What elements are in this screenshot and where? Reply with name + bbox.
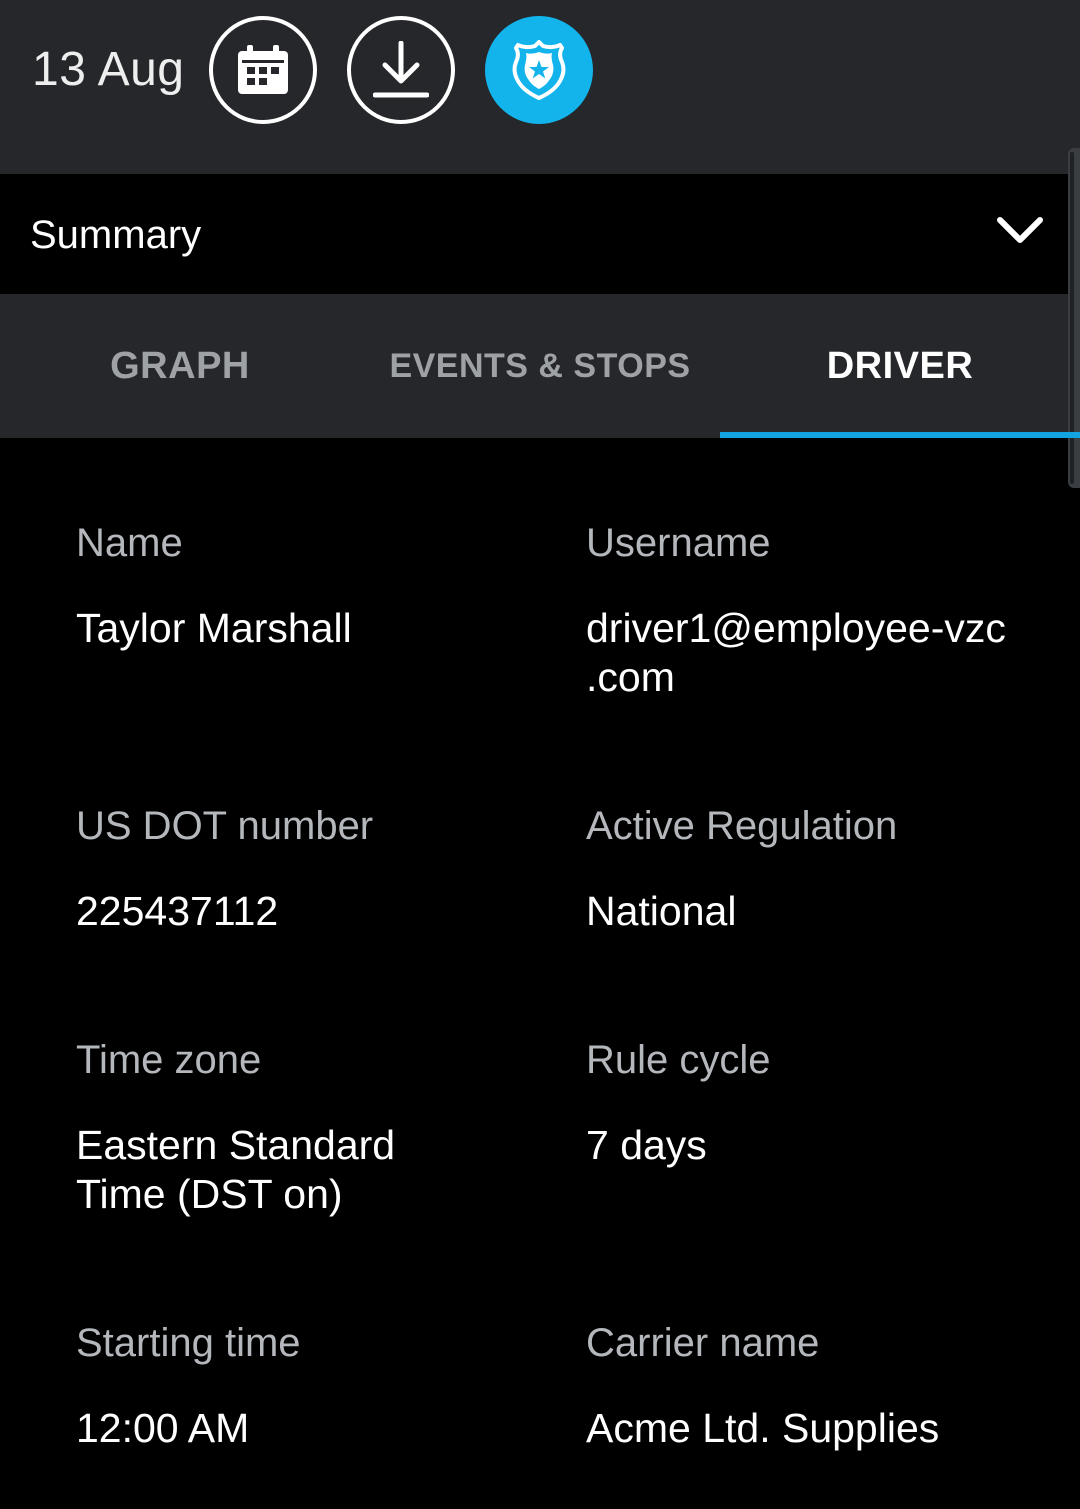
tab-driver[interactable]: DRIVER [720,294,1080,438]
calendar-icon [238,45,288,94]
summary-label: Summary [30,213,202,257]
field-starting-time: Starting time 12:00 AM [76,1318,506,1453]
chevron-down-icon [997,217,1043,243]
field-label: US DOT number [76,804,374,848]
field-username: Username driver1@employee-vzc .com [586,518,1046,702]
field-value: National [586,888,737,934]
top-toolbar: 13 Aug [0,0,1080,174]
field-label: Username [586,521,771,565]
tab-graph[interactable]: GRAPH [0,294,360,438]
field-value: driver1@employee-vzc .com [586,605,1006,700]
field-name: Name Taylor Marshall [76,518,506,653]
field-label: Starting time [76,1321,301,1365]
selected-tab-indicator [720,432,1080,438]
field-time-zone: Time zone Eastern Standard Time (DST on) [76,1035,506,1219]
driver-details-screen: 13 Aug Summary GRAPH EVENTS & STOPS DRIV… [0,0,1080,1509]
summary-dropdown[interactable]: Summary [0,174,1068,294]
field-label: Name [76,521,183,565]
field-value: Taylor Marshall [76,605,352,651]
field-value: 7 days [586,1122,707,1168]
field-rule-cycle: Rule cycle 7 days [586,1035,1046,1170]
date-label: 13 Aug [32,43,185,96]
download-button[interactable] [347,16,455,124]
download-icon [373,41,429,98]
field-active-regulation: Active Regulation National [586,801,1046,936]
tab-events-stops[interactable]: EVENTS & STOPS [360,294,720,438]
field-label: Time zone [76,1038,262,1082]
field-value: Eastern Standard Time (DST on) [76,1122,396,1217]
field-label: Rule cycle [586,1038,771,1082]
field-value: Acme Ltd. Supplies [586,1405,940,1451]
shield-badge-icon [512,40,566,100]
field-label: Carrier name [586,1321,820,1365]
field-label: Active Regulation [586,804,898,848]
field-carrier-name: Carrier name Acme Ltd. Supplies [586,1318,1046,1453]
field-us-dot-number: US DOT number 225437112 [76,801,506,936]
field-value: 12:00 AM [76,1405,250,1451]
inspection-mode-button[interactable] [485,16,593,124]
tab-bar: GRAPH EVENTS & STOPS DRIVER [0,294,1068,438]
field-value: 225437112 [76,888,279,934]
calendar-button[interactable] [209,16,317,124]
